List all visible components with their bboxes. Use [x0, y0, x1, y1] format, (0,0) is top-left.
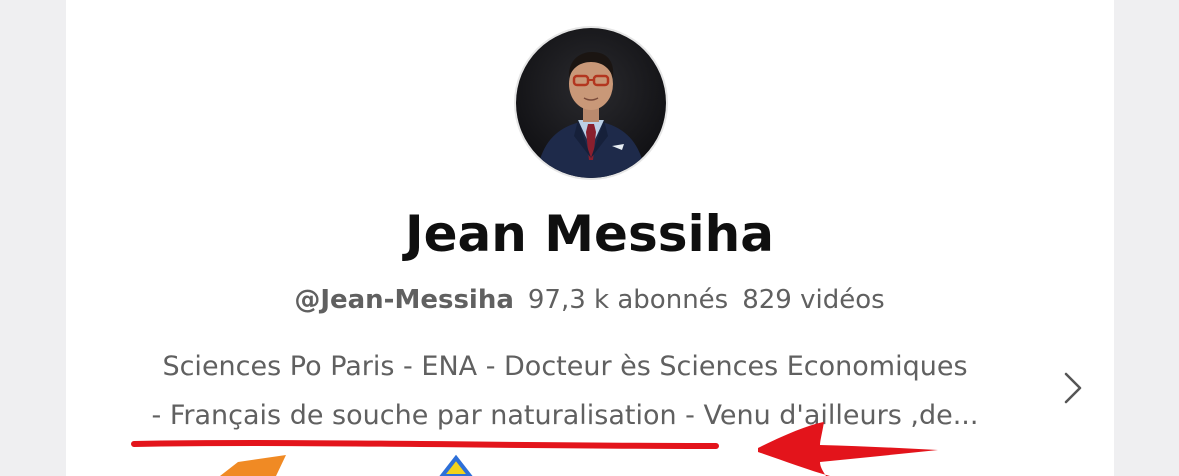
- channel-avatar[interactable]: [516, 28, 666, 178]
- video-count: 829 vidéos: [742, 285, 885, 315]
- chevron-right-icon[interactable]: [1060, 368, 1086, 408]
- description-line-2: - Français de souche par naturalisation …: [151, 400, 979, 431]
- channel-handle: @Jean-Messiha: [294, 285, 514, 315]
- channel-name: Jean Messiha: [405, 205, 774, 263]
- channel-meta: @Jean-Messiha 97,3 k abonnés 829 vidéos: [0, 285, 1179, 315]
- avatar-photo: [516, 28, 666, 178]
- channel-description[interactable]: Sciences Po Paris - ENA - Docteur ès Sci…: [100, 342, 1030, 440]
- description-line-1: Sciences Po Paris - ENA - Docteur ès Sci…: [162, 351, 968, 382]
- subscriber-count: 97,3 k abonnés: [527, 285, 729, 315]
